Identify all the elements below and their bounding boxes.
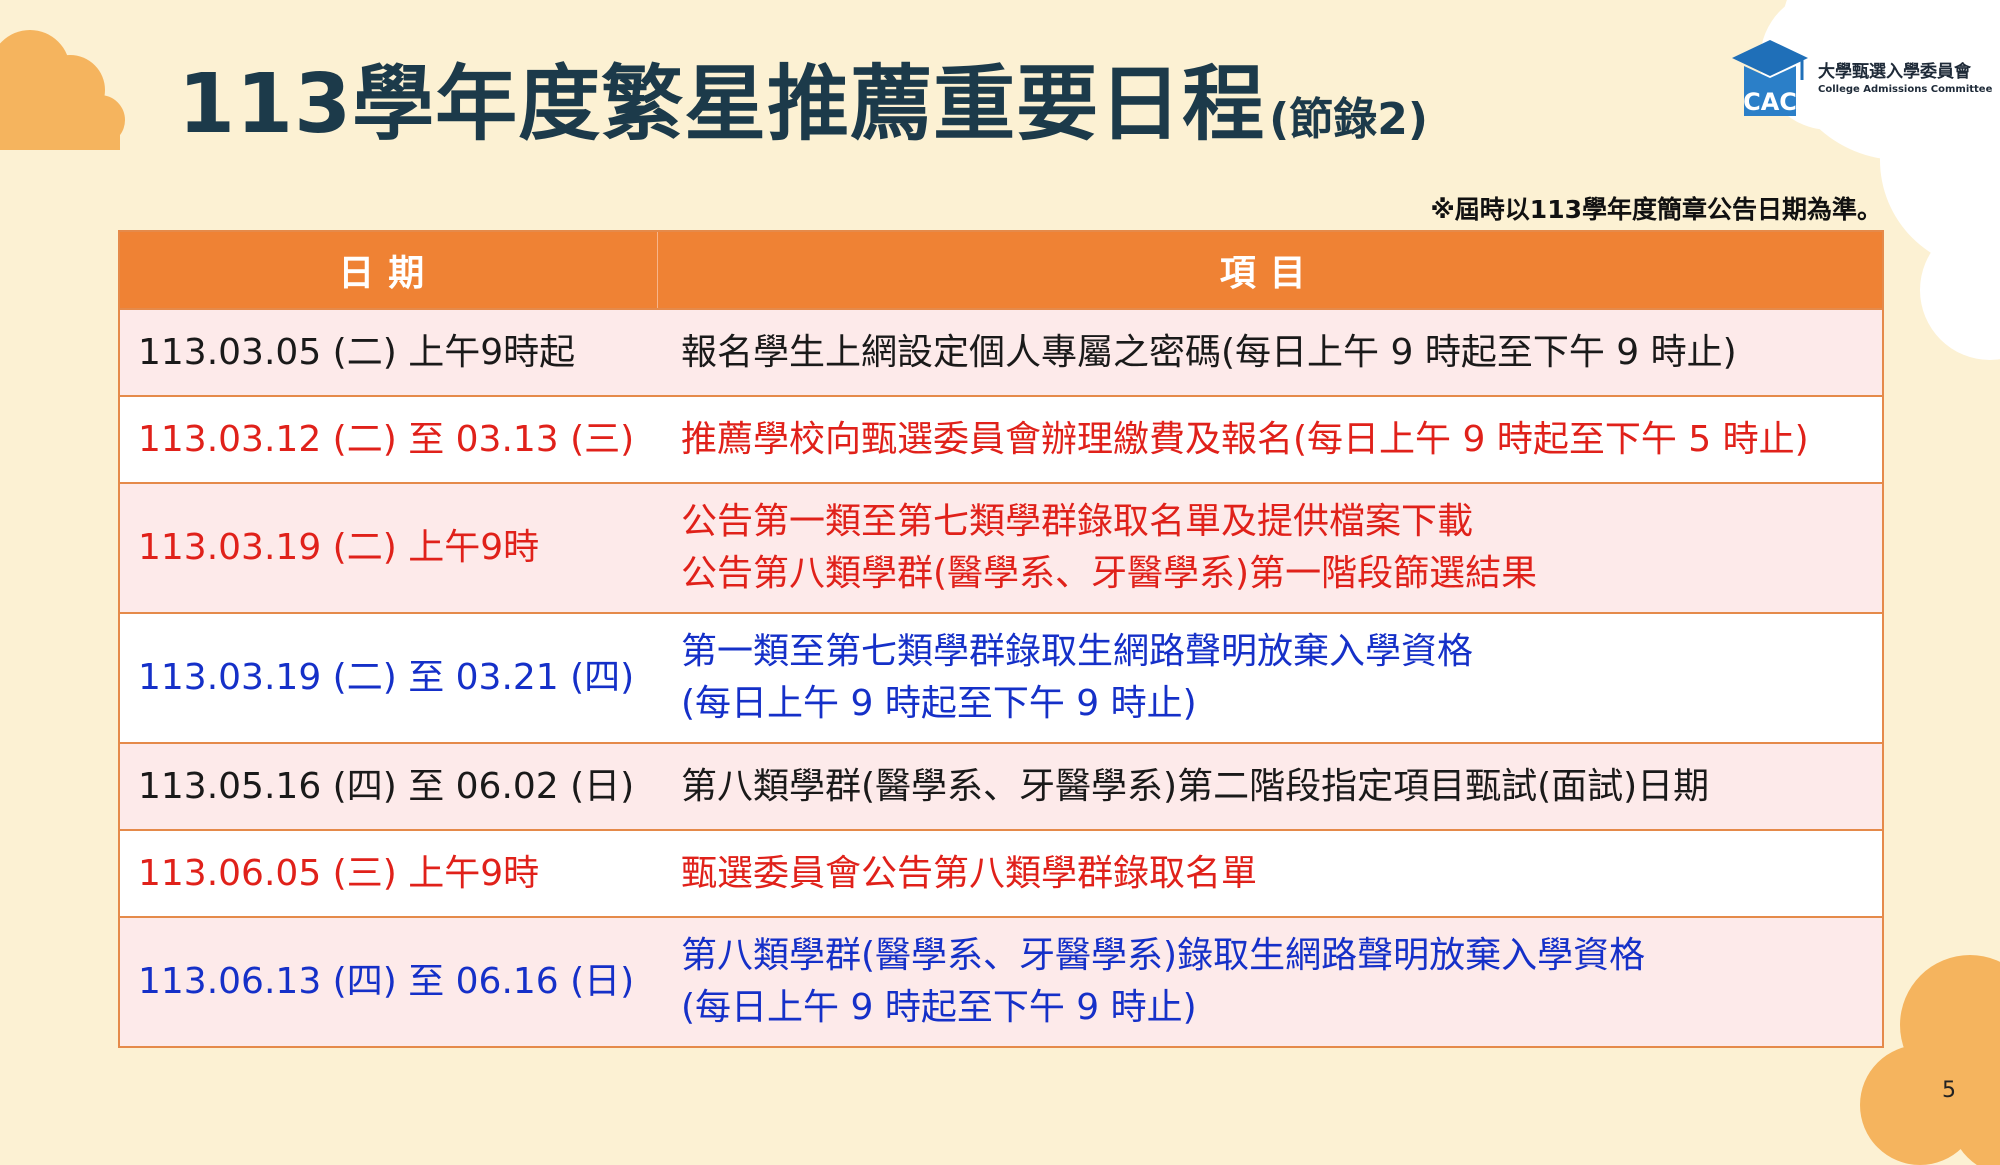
- row-date: 113.03.19 (二) 至 03.21 (四): [119, 612, 657, 743]
- cloud-decoration-top-left: [0, 30, 125, 150]
- row-item: 推薦學校向甄選委員會辦理繳費及報名(每日上午 9 時起至下午 5 時止): [657, 395, 1883, 483]
- row-date: 113.03.05 (二) 上午9時起: [119, 308, 657, 396]
- page-title-main: 113學年度繁星推薦重要日程: [178, 57, 1266, 152]
- page-number: 5: [1942, 1078, 1956, 1103]
- header-item: 項目: [656, 231, 1883, 309]
- table-row: 113.03.19 (二) 上午9時 公告第一類至第七類學群錄取名單及提供檔案下…: [119, 482, 1883, 613]
- row-date: 113.03.12 (二) 至 03.13 (三): [119, 395, 657, 483]
- table-row: 113.06.05 (三) 上午9時 甄選委員會公告第八類學群錄取名單: [119, 829, 1883, 917]
- row-item-line: 報名學生上網設定個人專屬之密碼(每日上午 9 時起至下午 9 時止): [681, 331, 1737, 373]
- logo-name-chinese: 大學甄選入學委員會: [1818, 62, 1971, 83]
- date-note: ※屆時以113學年度簡章公告日期為準。: [1430, 195, 1883, 224]
- table-header-row: 日期 項目: [119, 231, 1883, 309]
- row-item: 公告第一類至第七類學群錄取名單及提供檔案下載 公告第八類學群(醫學系、牙醫學系)…: [657, 482, 1883, 613]
- schedule-table: 日期 項目 113.03.05 (二) 上午9時起 報名學生上網設定個人專屬之密…: [118, 230, 1884, 1048]
- row-item-line: 第八類學群(醫學系、牙醫學系)錄取生網路聲明放棄入學資格: [681, 935, 1646, 976]
- cac-logo: CAC 大學甄選入學委員會 College Admissions Committ…: [1730, 34, 1993, 124]
- logo-mark-text: CAC: [1743, 88, 1797, 116]
- table-row: 113.06.13 (四) 至 06.16 (日) 第八類學群(醫學系、牙醫學系…: [119, 916, 1883, 1047]
- row-item-line: (每日上午 9 時起至下午 9 時止): [681, 683, 1197, 724]
- table-row: 113.03.12 (二) 至 03.13 (三) 推薦學校向甄選委員會辦理繳費…: [119, 395, 1883, 483]
- row-item-line: 甄選委員會公告第八類學群錄取名單: [681, 852, 1258, 894]
- row-item: 甄選委員會公告第八類學群錄取名單: [657, 829, 1883, 917]
- row-item-line: (每日上午 9 時起至下午 9 時止): [681, 987, 1197, 1028]
- logo-name-english: College Admissions Committee: [1818, 83, 1993, 95]
- row-item-line: 公告第一類至第七類學群錄取名單及提供檔案下載: [681, 501, 1474, 542]
- row-item-line: 推薦學校向甄選委員會辦理繳費及報名(每日上午 9 時起至下午 5 時止): [681, 418, 1809, 460]
- row-item-line: 第八類學群(醫學系、牙醫學系)第二階段指定項目甄試(面試)日期: [681, 765, 1710, 807]
- row-date: 113.05.16 (四) 至 06.02 (日): [119, 742, 657, 830]
- row-item: 第八類學群(醫學系、牙醫學系)第二階段指定項目甄試(面試)日期: [657, 742, 1883, 830]
- table-row: 113.05.16 (四) 至 06.02 (日) 第八類學群(醫學系、牙醫學系…: [119, 742, 1883, 830]
- header-date: 日期: [119, 231, 657, 309]
- row-item: 第一類至第七類學群錄取生網路聲明放棄入學資格 (每日上午 9 時起至下午 9 時…: [657, 612, 1883, 743]
- row-date: 113.06.05 (三) 上午9時: [119, 829, 657, 917]
- row-item: 報名學生上網設定個人專屬之密碼(每日上午 9 時起至下午 9 時止): [657, 308, 1883, 396]
- row-item: 第八類學群(醫學系、牙醫學系)錄取生網路聲明放棄入學資格 (每日上午 9 時起至…: [657, 916, 1883, 1047]
- row-item-line: 公告第八類學群(醫學系、牙醫學系)第一階段篩選結果: [681, 553, 1538, 594]
- table-row: 113.03.19 (二) 至 03.21 (四) 第一類至第七類學群錄取生網路…: [119, 612, 1883, 743]
- page-title: 113學年度繁星推薦重要日程 (節錄2): [178, 46, 1428, 146]
- table-row: 113.03.05 (二) 上午9時起 報名學生上網設定個人專屬之密碼(每日上午…: [119, 308, 1883, 396]
- page-title-sub: (節錄2): [1269, 94, 1429, 145]
- row-item-line: 第一類至第七類學群錄取生網路聲明放棄入學資格: [681, 631, 1474, 672]
- row-date: 113.03.19 (二) 上午9時: [119, 482, 657, 613]
- row-date: 113.06.13 (四) 至 06.16 (日): [119, 916, 657, 1047]
- graduation-cap-logo-icon: CAC: [1732, 40, 1808, 116]
